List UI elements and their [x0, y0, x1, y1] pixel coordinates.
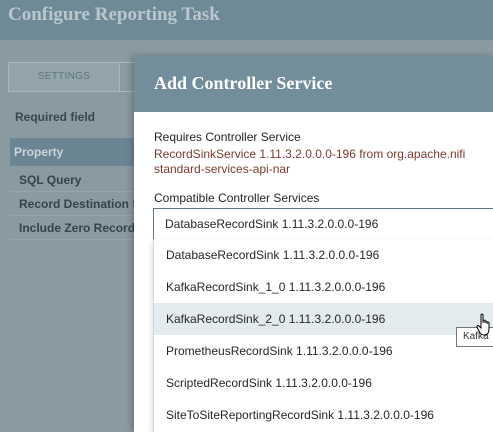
dropdown-option[interactable]: DatabaseRecordSink 1.11.3.2.0.0.0-196 [154, 239, 493, 271]
configure-dialog-title: Configure Reporting Task [8, 4, 220, 25]
add-controller-service-dialog: Add Controller Service Requires Controll… [134, 56, 493, 432]
requires-value-line-2: standard-services-api-nar [154, 162, 291, 176]
dropdown-option[interactable]: SiteToSiteReportingRecordSink 1.11.3.2.0… [154, 399, 493, 431]
compatible-controller-services-label: Compatible Controller Services [154, 191, 320, 205]
dropdown-option[interactable]: ScriptedRecordSink 1.11.3.2.0.0.0-196 [154, 367, 493, 399]
required-field-label: Required field [15, 110, 96, 124]
dialog-title: Add Controller Service [154, 73, 333, 93]
table-row[interactable]: SQL Query [10, 168, 140, 192]
requires-value-line-1: RecordSinkService 1.11.3.2.0.0.0-196 fro… [154, 147, 466, 161]
dropdown-option[interactable]: KafkaRecordSink_1_0 1.11.3.2.0.0.0-196 [154, 271, 493, 303]
requires-controller-service-label: Requires Controller Service [154, 130, 301, 144]
dropdown-option[interactable]: PrometheusRecordSink 1.11.3.2.0.0.0-196 [154, 335, 493, 367]
table-row[interactable]: Record Destination Se [10, 192, 140, 216]
property-column-header: Property [10, 138, 140, 166]
configure-dialog-header: Configure Reporting Task [0, 0, 493, 40]
compatible-services-dropdown: DatabaseRecordSink 1.11.3.2.0.0.0-196 Ka… [153, 239, 493, 432]
dropdown-option[interactable]: KafkaRecordSink_2_0 1.11.3.2.0.0.0-196 [154, 303, 493, 335]
compatible-services-select[interactable]: DatabaseRecordSink 1.11.3.2.0.0.0-196 [153, 208, 493, 240]
table-row[interactable]: Include Zero Record R [10, 216, 140, 240]
hand-pointer-cursor-icon [476, 313, 490, 336]
tab-settings[interactable]: SETTINGS [8, 62, 120, 92]
requires-controller-service-value: RecordSinkService 1.11.3.2.0.0.0-196 fro… [154, 147, 493, 177]
dialog-header: Add Controller Service [134, 56, 493, 112]
